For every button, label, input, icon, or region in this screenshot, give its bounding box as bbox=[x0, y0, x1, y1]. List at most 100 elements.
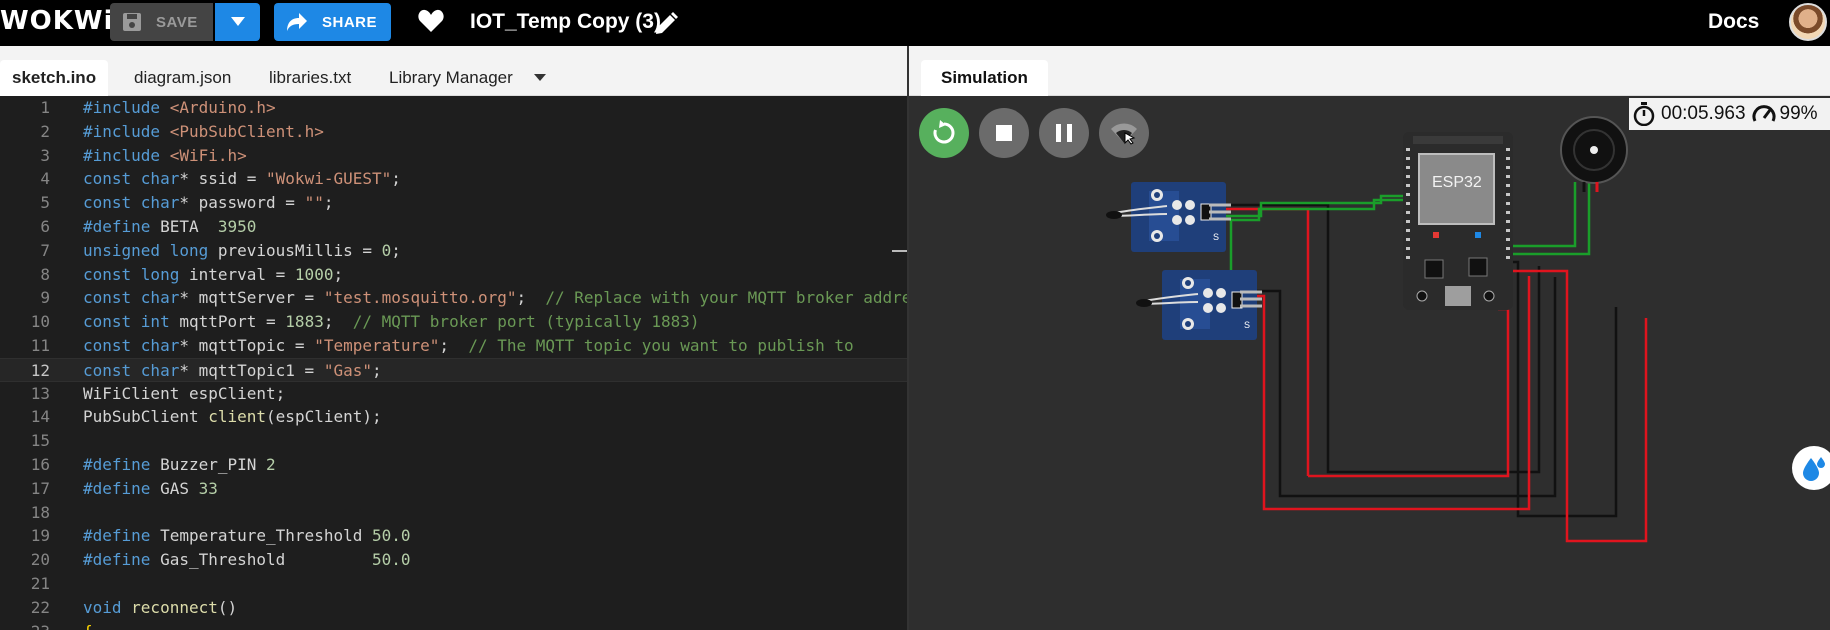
code-line[interactable]: 19 #define Temperature_Threshold 50.0 bbox=[0, 524, 908, 548]
stop-simulation-button[interactable] bbox=[979, 108, 1029, 158]
line-number: 8 bbox=[40, 264, 50, 284]
line-number: 14 bbox=[30, 407, 50, 427]
code-text: void reconnect() bbox=[83, 597, 238, 617]
editor-tab-bar: sketch.ino diagram.json libraries.txt Li… bbox=[0, 46, 908, 96]
elapsed-time: 00:05.963 bbox=[1661, 103, 1746, 124]
tab-diagram-json[interactable]: diagram.json bbox=[122, 60, 243, 96]
save-button-label: SAVE bbox=[156, 13, 198, 31]
pause-simulation-button[interactable] bbox=[1039, 108, 1089, 158]
code-line[interactable]: 7 unsigned long previousMillis = 0; bbox=[0, 239, 908, 263]
code-line[interactable]: 22 void reconnect() bbox=[0, 596, 908, 620]
wifi-icon bbox=[1111, 123, 1137, 145]
simulation-canvas[interactable]: S S ESP32 00:05.963 99% bbox=[909, 96, 1830, 630]
save-options-dropdown[interactable] bbox=[215, 3, 260, 41]
code-line-current[interactable]: 12 const char* mqttTopic1 = "Gas"; bbox=[0, 357, 908, 382]
code-text: PubSubClient client(espClient); bbox=[83, 407, 382, 427]
pause-icon bbox=[1056, 124, 1072, 142]
code-text: const char* ssid = "Wokwi-GUEST"; bbox=[83, 169, 401, 189]
code-line[interactable]: 4 const char* ssid = "Wokwi-GUEST"; bbox=[0, 167, 908, 191]
code-text: WiFiClient espClient; bbox=[83, 383, 286, 403]
line-number: 21 bbox=[30, 574, 50, 593]
share-button-label: SHARE bbox=[322, 13, 378, 31]
code-line[interactable]: 14 PubSubClient client(espClient); bbox=[0, 405, 908, 429]
code-text: #include <Arduino.h> bbox=[83, 98, 276, 117]
code-line[interactable]: 8 const long interval = 1000; bbox=[0, 263, 908, 287]
line-number: 20 bbox=[30, 550, 50, 570]
code-line[interactable]: 21 bbox=[0, 572, 908, 596]
code-text: #define Temperature_Threshold 50.0 bbox=[83, 526, 411, 546]
code-line[interactable]: 1 #include <Arduino.h> bbox=[0, 96, 908, 120]
code-text: const char* mqttTopic1 = "Gas"; bbox=[83, 360, 382, 380]
speedometer-icon bbox=[1752, 105, 1776, 122]
line-number: 13 bbox=[30, 383, 50, 403]
simulation-speed: 99% bbox=[1779, 103, 1818, 124]
code-text: const long interval = 1000; bbox=[83, 264, 344, 284]
save-button[interactable]: SAVE bbox=[110, 3, 213, 41]
save-icon bbox=[123, 13, 141, 31]
code-line[interactable]: 5 const char* password = ""; bbox=[0, 191, 908, 215]
line-number: 16 bbox=[30, 455, 50, 474]
line-number: 5 bbox=[40, 193, 50, 213]
ntc-temperature-sensor: S bbox=[1106, 182, 1231, 252]
code-line[interactable]: 23 { bbox=[0, 620, 908, 630]
line-number: 2 bbox=[40, 121, 50, 141]
avatar[interactable] bbox=[1789, 3, 1827, 41]
code-line[interactable]: 15 bbox=[0, 429, 908, 453]
heart-icon[interactable] bbox=[418, 9, 444, 33]
wokwi-logo[interactable]: WOKWi bbox=[0, 6, 114, 36]
water-drop-icon bbox=[1803, 457, 1825, 481]
line-number: 23 bbox=[0, 620, 50, 630]
share-arrow-icon bbox=[287, 13, 307, 31]
code-line[interactable]: 2 #include <PubSubClient.h> bbox=[0, 120, 908, 144]
code-text: #include <WiFi.h> bbox=[83, 145, 247, 165]
code-line[interactable]: 16 #define Buzzer_PIN 2 bbox=[0, 453, 908, 477]
esp32-board: ESP32 bbox=[1403, 132, 1513, 310]
tab-libraries-txt[interactable]: libraries.txt bbox=[257, 60, 363, 96]
restart-icon bbox=[933, 120, 955, 144]
code-line[interactable]: 3 #include <WiFi.h> bbox=[0, 144, 908, 168]
line-number: 17 bbox=[30, 478, 50, 498]
code-line[interactable]: 11 const char* mqttTopic = "Temperature";… bbox=[0, 334, 908, 358]
code-text: #define GAS 33 bbox=[83, 478, 218, 498]
docs-link[interactable]: Docs bbox=[1708, 10, 1759, 34]
share-button[interactable]: SHARE bbox=[274, 3, 391, 41]
simulation-timer: 00:05.963 99% bbox=[1629, 98, 1830, 130]
editor-scroll-indicator[interactable] bbox=[892, 250, 908, 252]
wifi-status-button[interactable] bbox=[1099, 108, 1149, 158]
tab-simulation[interactable]: Simulation bbox=[921, 60, 1048, 96]
line-number: 15 bbox=[30, 431, 50, 451]
code-text: const char* mqttTopic = "Temperature"; /… bbox=[83, 336, 854, 355]
code-line[interactable]: 17 #define GAS 33 bbox=[0, 477, 908, 501]
line-number: 6 bbox=[40, 217, 50, 236]
code-text: const char* mqttServer = "test.mosquitto… bbox=[83, 288, 908, 308]
code-line[interactable]: 6 #define BETA 3950 bbox=[0, 215, 908, 239]
code-editor[interactable]: 1 #include <Arduino.h> 2 #include <PubSubC… bbox=[0, 96, 908, 630]
tab-library-manager[interactable]: Library Manager bbox=[377, 60, 525, 96]
stop-icon bbox=[996, 125, 1012, 141]
code-text: #define Gas_Threshold 50.0 bbox=[83, 550, 411, 570]
project-title[interactable]: IOT_Temp Copy (3) bbox=[470, 10, 661, 34]
chevron-down-icon bbox=[230, 17, 245, 26]
tab-sketch-ino[interactable]: sketch.ino bbox=[0, 60, 109, 96]
code-line[interactable]: 10 const int mqttPort = 1883; // MQTT bro… bbox=[0, 310, 908, 334]
edit-pencil-icon[interactable] bbox=[654, 12, 678, 36]
code-line[interactable]: 9 const char* mqttServer = "test.mosquitt… bbox=[0, 286, 908, 310]
code-line[interactable]: 20 #define Gas_Threshold 50.0 bbox=[0, 548, 908, 572]
svg-text:S: S bbox=[1244, 320, 1250, 330]
code-text: const char* password = ""; bbox=[83, 193, 334, 213]
code-text: const int mqttPort = 1883; // MQTT broke… bbox=[83, 312, 700, 332]
line-number: 3 bbox=[40, 145, 50, 165]
code-line[interactable]: 13 WiFiClient espClient; bbox=[0, 382, 908, 406]
restart-simulation-button[interactable] bbox=[919, 108, 969, 158]
code-line[interactable]: 18 bbox=[0, 501, 908, 525]
code-text: #define Buzzer_PIN 2 bbox=[83, 455, 276, 474]
circuit-diagram: S S ESP32 bbox=[1106, 116, 1648, 543]
tab-menu-dropdown-icon[interactable] bbox=[534, 74, 546, 81]
sensor-control-button[interactable] bbox=[1792, 446, 1830, 490]
top-bar: WOKWi SAVE SHARE IOT_Temp Copy (3) Docs bbox=[0, 0, 1830, 46]
ntc-temperature-sensor: S bbox=[1136, 270, 1262, 340]
code-text: #define BETA 3950 bbox=[83, 217, 257, 236]
simulation-tab-bar: Simulation bbox=[909, 46, 1830, 96]
line-number: 1 bbox=[40, 98, 50, 117]
line-number: 7 bbox=[40, 240, 50, 260]
